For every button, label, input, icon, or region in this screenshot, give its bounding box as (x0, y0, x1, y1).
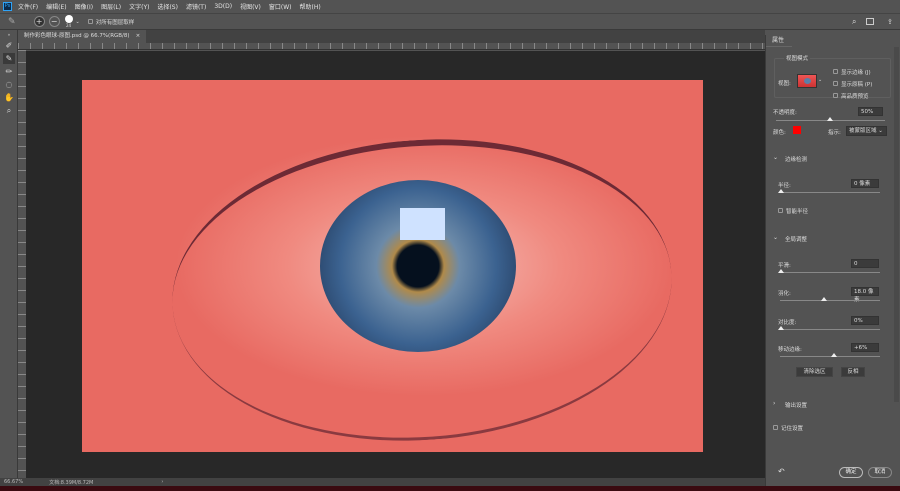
menu-view[interactable]: 视图(V) (240, 2, 261, 11)
tab-properties[interactable]: 属性 (766, 35, 792, 47)
close-tab-icon[interactable]: × (136, 30, 141, 43)
opacity-slider-thumb[interactable] (827, 117, 833, 121)
view-mode-dropdown[interactable] (797, 74, 817, 88)
subtract-mode-button[interactable]: − (48, 16, 60, 27)
eye-reflection (400, 208, 445, 240)
chevron-down-icon[interactable]: ⌄ (76, 19, 80, 25)
vertical-ruler (18, 50, 26, 480)
workspace-icon[interactable] (866, 18, 874, 25)
radius-field[interactable]: 0 像素 (851, 179, 879, 188)
menu-type[interactable]: 文字(Y) (129, 2, 149, 11)
brush-preset-picker[interactable]: 24 (64, 15, 73, 28)
refine-edge-brush-icon[interactable]: ✎ (3, 53, 15, 64)
feather-slider-thumb[interactable] (821, 297, 827, 301)
chevron-down-icon[interactable]: ⌄ (818, 77, 822, 83)
zoom-level[interactable]: 66.67% (4, 479, 23, 485)
menu-window[interactable]: 窗口(W) (269, 2, 292, 11)
panel-scrollbar[interactable] (894, 47, 899, 402)
menu-help[interactable]: 帮助(H) (300, 2, 321, 11)
indicates-dropdown[interactable]: 被蒙版区域 ⌄ (846, 126, 887, 136)
eye-photo-masked (82, 80, 703, 452)
smooth-field[interactable]: 0 (851, 259, 879, 268)
feather-field[interactable]: 18.0 像素 (851, 287, 879, 303)
global-refinements-header[interactable]: 全局调整 (785, 235, 807, 243)
chevron-right-icon[interactable]: › (773, 400, 775, 407)
shift-edge-slider[interactable] (780, 356, 880, 357)
remember-settings-checkbox[interactable] (773, 425, 778, 430)
shift-edge-field[interactable]: +6% (851, 343, 879, 352)
menu-filter[interactable]: 滤镜(T) (186, 2, 206, 11)
status-bar: 66.67% 文档:8.39M/8.72M › (0, 478, 765, 486)
cancel-button[interactable]: 取消 (868, 467, 892, 478)
zoom-tool-icon[interactable]: ⌕ (3, 105, 15, 116)
hand-tool-icon[interactable]: ✋ (3, 92, 15, 103)
contrast-field[interactable]: 0% (851, 316, 879, 325)
status-menu-arrow[interactable]: › (161, 479, 163, 485)
share-icon[interactable]: ⇪ (887, 18, 893, 26)
invert-button[interactable]: 反相 (841, 367, 865, 377)
chevron-down-icon[interactable]: ⌄ (773, 154, 778, 161)
show-original-checkbox[interactable] (833, 81, 838, 86)
smooth-slider-thumb[interactable] (778, 269, 784, 273)
search-icon[interactable]: ⌕ (852, 17, 856, 27)
tools-panel: » ✐ ✎ ✏ ◌ ✋ ⌕ (0, 30, 18, 480)
lasso-tool-icon[interactable]: ◌ (3, 79, 15, 90)
menu-bar: Ps 文件(F) 编辑(E) 图像(I) 图层(L) 文字(Y) 选择(S) 滤… (0, 0, 900, 13)
menu-layer[interactable]: 图层(L) (101, 2, 121, 11)
reset-icon[interactable]: ↶ (778, 467, 785, 476)
show-edge-checkbox[interactable] (833, 69, 838, 74)
menu-image[interactable]: 图像(I) (75, 2, 93, 11)
radius-slider-thumb[interactable] (778, 189, 784, 193)
edge-detection-header[interactable]: 边缘检测 (785, 155, 807, 163)
document-size: 文档:8.39M/8.72M (49, 479, 94, 486)
chevron-down-icon[interactable]: ⌄ (773, 234, 778, 241)
radius-slider[interactable] (780, 192, 880, 193)
quick-selection-tool-icon[interactable]: ✐ (3, 40, 15, 51)
output-settings-header[interactable]: 输出设置 (785, 401, 807, 409)
menu-file[interactable]: 文件(F) (18, 2, 38, 11)
hq-preview-checkbox[interactable] (833, 93, 838, 98)
options-bar: ✎ + − 24 ⌄ 对所有图层取样 ⌕ ⇪ (0, 13, 900, 30)
menu-3d[interactable]: 3D(D) (214, 3, 232, 10)
clear-selection-button[interactable]: 清除选区 (796, 367, 833, 377)
opacity-field[interactable]: 50% (858, 107, 883, 116)
canvas-area[interactable] (26, 51, 765, 478)
menu-select[interactable]: 选择(S) (157, 2, 178, 11)
taskbar-strip (0, 486, 900, 491)
ok-button[interactable]: 确定 (839, 467, 863, 478)
feather-slider[interactable] (780, 300, 880, 301)
document-tab[interactable]: 制作彩色眼球-原图.psd @ 66.7%(RGB/8) × (18, 30, 147, 43)
smooth-slider[interactable] (780, 272, 880, 273)
photoshop-logo: Ps (3, 2, 12, 11)
collapse-icon[interactable]: » (3, 32, 15, 38)
add-mode-button[interactable]: + (33, 16, 45, 27)
contrast-slider[interactable] (780, 329, 880, 330)
document-tabs: 制作彩色眼球-原图.psd @ 66.7%(RGB/8) × (18, 30, 765, 43)
color-swatch[interactable] (793, 126, 801, 134)
shift-edge-slider-thumb[interactable] (831, 353, 837, 357)
properties-panel: 属性 视图模式 视图: ⌄ 显示边缘 (J) 显示原稿 (P) 高品质预览 不透… (765, 35, 900, 486)
sample-all-layers-checkbox[interactable] (87, 19, 93, 24)
contrast-slider-thumb[interactable] (778, 326, 784, 330)
view-mode-group (774, 58, 891, 98)
menu-edit[interactable]: 编辑(E) (46, 2, 66, 11)
horizontal-ruler (18, 43, 765, 50)
iris (320, 180, 516, 352)
brush-tool-icon[interactable]: ✏ (3, 66, 15, 77)
brush-tool-icon[interactable]: ✎ (8, 17, 16, 27)
smart-radius-checkbox[interactable] (778, 208, 783, 213)
